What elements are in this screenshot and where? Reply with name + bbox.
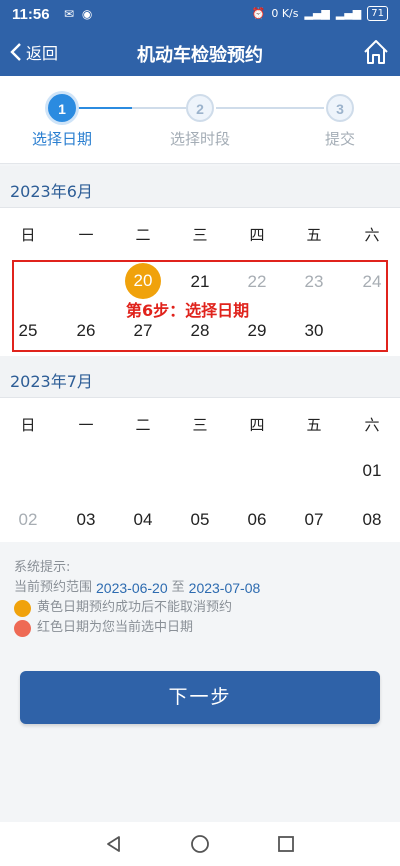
annotation-label: 第6步：选择日期 [126, 301, 250, 320]
date-cell-disabled: 22 [247, 272, 267, 291]
stepper: 1 2 3 选择日期 选择时段 提交 [0, 76, 400, 164]
range-start: 2023-06-20 [96, 580, 168, 596]
date-cell[interactable]: 30 [294, 321, 334, 341]
weekday-mon: 一 [78, 226, 94, 244]
date-cell[interactable]: 27 [123, 321, 163, 341]
home-button[interactable] [362, 38, 390, 70]
system-tips: 系统提示: 当前预约范围 2023-06-20 至 2023-07-08 黄色日… [14, 558, 264, 638]
recents-square-icon[interactable] [276, 834, 296, 854]
page-title: 机动车检验预约 [137, 45, 263, 66]
month-header-june: 2023年6月 [0, 166, 400, 208]
weekday-wed: 三 [192, 416, 208, 434]
alarm-icon: ⏰ [251, 7, 266, 20]
date-cell[interactable]: 03 [66, 510, 106, 530]
weekday-thu: 四 [249, 226, 265, 244]
weekday-fri: 五 [306, 416, 322, 434]
legend-yellow-text: 黄色日期预约成功后不能取消预约 [37, 600, 233, 615]
tips-range: 当前预约范围 2023-06-20 至 2023-07-08 [14, 578, 264, 598]
weekday-sun: 日 [20, 226, 36, 244]
weekday-tue: 二 [135, 226, 151, 244]
weekday-sun: 日 [20, 416, 36, 434]
calendar-july: 日 一 二 三 四 五 六 01 02 03 04 05 06 07 08 [0, 398, 400, 542]
month-header-july: 2023年7月 [0, 356, 400, 398]
date-cell-disabled: 23 [304, 272, 324, 291]
date-cell[interactable]: 25 [8, 321, 48, 341]
date-cell[interactable]: 05 [180, 510, 220, 530]
legend-yellow: 黄色日期预约成功后不能取消预约 [14, 598, 264, 618]
nav-bar: 返回 机动车检验预约 [0, 30, 400, 76]
range-prefix: 当前预约范围 [14, 580, 93, 595]
signal-icon-2: ▂▄▆ [335, 7, 362, 20]
legend-red-text: 红色日期为您当前选中日期 [37, 620, 194, 635]
home-icon [364, 40, 388, 64]
yellow-dot-icon [14, 599, 31, 617]
net-speed: 0 K/s [271, 7, 299, 20]
step-2-label: 选择时段 [169, 130, 230, 148]
range-end: 2023-07-08 [188, 580, 261, 596]
red-dot-icon [14, 619, 31, 637]
weekday-tue: 二 [135, 416, 151, 434]
status-time: 11:56 [12, 6, 50, 23]
weekday-fri: 五 [306, 226, 322, 244]
step-3-label: 提交 [324, 130, 355, 148]
date-cell-disabled: 24 [362, 272, 382, 291]
date-cell[interactable]: 26 [66, 321, 106, 341]
date-cell[interactable]: 07 [294, 510, 334, 530]
status-bar: 11:56 ✉ ◉ ⏰ 0 K/s ▂▄▆ ▂▄▆ 71 [0, 0, 400, 30]
calendar-june: 日 一 二 三 四 五 六 20 21 22 23 24 25 26 27 28… [0, 208, 400, 356]
step-2-circle: 2 [186, 94, 214, 122]
date-cell-selected[interactable]: 20 [125, 263, 161, 299]
tips-title: 系统提示: [14, 560, 71, 575]
step-line [216, 107, 324, 109]
battery-icon: 71 [367, 6, 388, 21]
date-cell[interactable]: 04 [123, 510, 163, 530]
system-nav-bar [0, 822, 400, 866]
range-sep: 至 [171, 580, 185, 595]
step-3-circle: 3 [326, 94, 354, 122]
date-cell[interactable]: 29 [237, 321, 277, 341]
weekday-mon: 一 [78, 416, 94, 434]
next-step-button[interactable]: 下一步 [20, 671, 380, 724]
date-cell[interactable]: 21 [180, 272, 220, 292]
back-triangle-icon[interactable] [104, 834, 124, 854]
date-cell[interactable]: 06 [237, 510, 277, 530]
home-circle-icon[interactable] [190, 834, 210, 854]
date-cell[interactable]: 08 [352, 510, 392, 530]
weekday-thu: 四 [249, 416, 265, 434]
signal-icon: ▂▄▆ [304, 7, 330, 20]
status-right: ⏰ 0 K/s ▂▄▆ ▂▄▆ 71 [252, 6, 388, 21]
weekday-sat: 六 [364, 416, 380, 434]
step-1-label: 选择日期 [31, 130, 92, 148]
date-cell[interactable]: 28 [180, 321, 220, 341]
weekday-sat: 六 [364, 226, 380, 244]
notification-icons: ✉ ◉ [64, 7, 95, 21]
legend-red: 红色日期为您当前选中日期 [14, 618, 264, 638]
step-progress-line [76, 107, 132, 109]
step-1-circle: 1 [48, 94, 76, 122]
date-cell-disabled: 02 [18, 510, 38, 529]
date-cell[interactable]: 01 [352, 461, 392, 481]
step-line [132, 107, 186, 109]
weekday-wed: 三 [192, 226, 208, 244]
